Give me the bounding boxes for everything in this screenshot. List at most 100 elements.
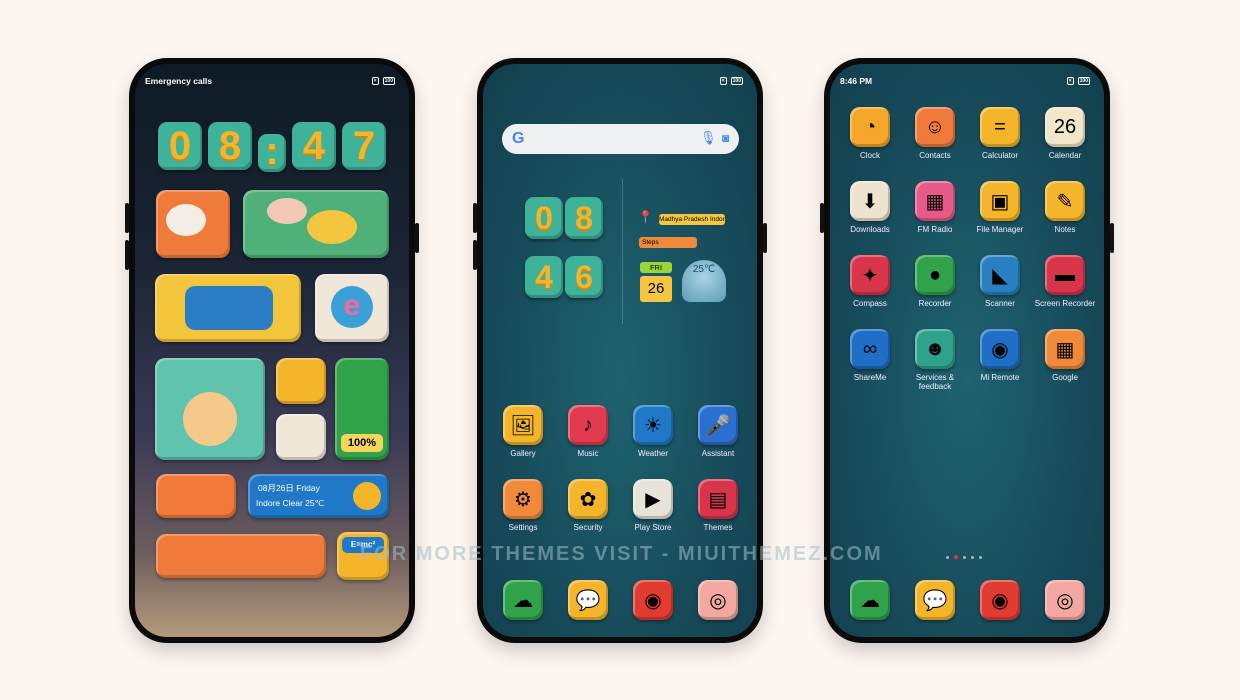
app-label[interactable]: Play Store [618, 523, 688, 532]
app-label[interactable]: Themes [683, 523, 753, 532]
volume-button [473, 203, 477, 233]
notes-widget[interactable] [276, 358, 326, 404]
clock-icon[interactable]: ◔ [850, 107, 890, 147]
page-dot[interactable] [946, 556, 949, 559]
app-label[interactable]: FM Radio [900, 225, 970, 234]
sim-icon: × [1066, 77, 1074, 85]
app-label[interactable]: Calculator [965, 151, 1035, 160]
volume-button [820, 203, 824, 233]
power-button [763, 223, 767, 253]
app-label[interactable]: Weather [618, 449, 688, 458]
phone-icon[interactable]: ☁ [850, 580, 890, 620]
app-label[interactable]: Music [553, 449, 623, 458]
sun-icon [353, 482, 381, 510]
app-label[interactable]: Downloads [835, 225, 905, 234]
cloud-icon [166, 204, 206, 236]
weather-info: Indore Clear 25℃ [256, 498, 325, 508]
browser-widget[interactable]: e [315, 274, 389, 342]
weather-icon[interactable]: ☀ [633, 405, 673, 445]
fm-radio-icon[interactable]: ▦ [915, 181, 955, 221]
status-text: Emergency calls [145, 76, 213, 86]
mic-icon[interactable]: 🎙 [700, 130, 717, 146]
camera-widget[interactable] [155, 358, 265, 460]
shareme-icon[interactable]: ∞ [850, 329, 890, 369]
app-label[interactable]: Notes [1030, 225, 1100, 234]
power-button [1110, 223, 1114, 253]
compass-icon[interactable]: ✦ [850, 255, 890, 295]
sun-face-icon [307, 210, 357, 244]
phone-widget[interactable] [156, 190, 230, 258]
lens-icon[interactable]: ◙ [722, 131, 729, 145]
app-label[interactable]: File Manager [965, 225, 1035, 234]
volume-button [125, 240, 129, 270]
page-dot-active[interactable] [954, 555, 958, 559]
mi-remote-icon[interactable]: ◉ [980, 329, 1020, 369]
app-label[interactable]: Scanner [965, 299, 1035, 308]
messages-icon[interactable]: 💬 [915, 580, 955, 620]
page-dot[interactable] [963, 556, 966, 559]
location-pin-icon: 📍 [638, 210, 653, 224]
contacts-icon[interactable]: ☺ [915, 107, 955, 147]
gallery-icon[interactable]: 🖼 [503, 405, 543, 445]
downloads-icon[interactable]: ⬇ [850, 181, 890, 221]
camera-icon[interactable]: ◎ [1045, 580, 1085, 620]
page-dot[interactable] [979, 556, 982, 559]
clock-digit: 8 [565, 197, 603, 239]
notes-icon[interactable]: ✎ [1045, 181, 1085, 221]
sim-icon: × [719, 77, 727, 85]
google-folder-icon[interactable]: ▦ [1045, 329, 1085, 369]
calculator-icon[interactable]: = [980, 107, 1020, 147]
power-button [415, 223, 419, 253]
battery-icon: 100 [382, 77, 395, 85]
page-dot[interactable] [971, 556, 974, 559]
app-label[interactable]: Compass [835, 299, 905, 308]
app-label[interactable]: Screen Recorder [1030, 299, 1100, 308]
chrome-icon[interactable]: ◉ [980, 580, 1020, 620]
toolbox-widget[interactable] [156, 474, 236, 518]
clock-digit: 0 [158, 122, 202, 170]
page-indicator[interactable] [946, 555, 982, 559]
app-label[interactable]: Mi Remote [965, 373, 1035, 382]
music-icon[interactable]: ♪ [568, 405, 608, 445]
app-label[interactable]: Security [553, 523, 623, 532]
battery-percent: 100% [341, 434, 383, 452]
battery-widget: 100% [335, 358, 389, 460]
security-icon[interactable]: ✿ [568, 479, 608, 519]
app-label[interactable]: Clock [835, 151, 905, 160]
app-label[interactable]: Gallery [488, 449, 558, 458]
app-label[interactable]: Contacts [900, 151, 970, 160]
steps-bar: Steps [639, 237, 697, 248]
clock-digit: 0 [525, 197, 563, 239]
settings-icon[interactable]: ⚙ [503, 479, 543, 519]
battery-icon: 100 [730, 77, 743, 85]
messages-widget[interactable] [243, 190, 389, 258]
battery-icon: 100 [1077, 77, 1090, 85]
clock-digit: 6 [565, 256, 603, 298]
app-label[interactable]: Settings [488, 523, 558, 532]
scanner-icon[interactable]: ◣ [980, 255, 1020, 295]
messages-icon[interactable]: 💬 [568, 580, 608, 620]
app-label[interactable]: ShareMe [835, 373, 905, 382]
app-label[interactable]: Google [1030, 373, 1100, 382]
phone-icon[interactable]: ☁ [503, 580, 543, 620]
app-label[interactable]: Assistant [683, 449, 753, 458]
decor-widget [156, 534, 326, 578]
themes-icon[interactable]: ▤ [698, 479, 738, 519]
app-label[interactable]: Calendar [1030, 151, 1100, 160]
camera-icon[interactable]: ◎ [698, 580, 738, 620]
app-label[interactable]: Recorder [900, 299, 970, 308]
file-manager-icon[interactable]: ▣ [980, 181, 1020, 221]
screen-recorder-icon[interactable]: ▬ [1045, 255, 1085, 295]
notes-widget[interactable] [276, 414, 326, 460]
assistant-icon[interactable]: 🎤 [698, 405, 738, 445]
play-store-icon[interactable]: ▶ [633, 479, 673, 519]
calendar-icon[interactable]: 26 [1045, 107, 1085, 147]
weather-widget[interactable]: 08月26日 Friday Indore Clear 25℃ [248, 474, 389, 518]
status-bar: × 100 [493, 76, 743, 88]
chrome-icon[interactable]: ◉ [633, 580, 673, 620]
services-feedback-icon[interactable]: ☻ [915, 329, 955, 369]
music-widget[interactable] [155, 274, 301, 342]
google-search-bar[interactable]: G 🎙 ◙ [502, 124, 739, 154]
app-label[interactable]: Services & feedback [900, 373, 970, 391]
recorder-icon[interactable]: ● [915, 255, 955, 295]
